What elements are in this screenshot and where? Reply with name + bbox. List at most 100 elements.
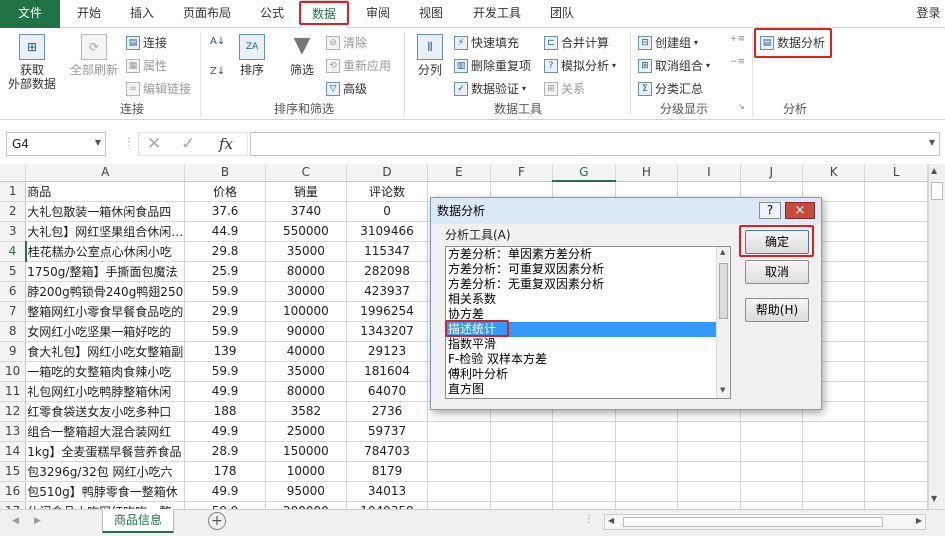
cell-product[interactable]: 桂花糕办公室点心休闲小吃 [25, 241, 186, 262]
cell-product[interactable]: 大礼包】网红坚果组合休闲… [25, 221, 186, 242]
expand-formula-icon[interactable]: ▼ [929, 138, 935, 147]
column-header[interactable]: H [615, 164, 679, 182]
formula-input[interactable]: ▼ [250, 132, 940, 156]
list-item[interactable]: 方差分析：单因素方差分析 [446, 247, 716, 262]
cell-empty[interactable] [864, 341, 928, 362]
cell-sales[interactable]: 35000 [265, 361, 347, 382]
tab-data[interactable]: 数据 [300, 0, 348, 28]
tab-review[interactable]: 审阅 [354, 0, 402, 28]
cell-price[interactable]: 44.9 [184, 221, 266, 242]
cell-sales[interactable]: 3582 [265, 401, 347, 422]
cell-sales[interactable]: 10000 [265, 461, 347, 482]
cell-empty[interactable] [490, 501, 554, 509]
row-header[interactable]: 1 [0, 181, 27, 202]
cell-sales[interactable]: 25000 [265, 421, 347, 442]
column-header[interactable]: I [677, 164, 741, 182]
flash-fill-button[interactable]: ⚡ 快速填充 [454, 34, 519, 51]
cancel-button[interactable]: 取消 [745, 260, 809, 284]
cell-empty[interactable] [615, 461, 679, 482]
column-header[interactable]: E [427, 164, 491, 182]
tab-developer[interactable]: 开发工具 [462, 0, 532, 28]
cell-empty[interactable] [864, 421, 928, 442]
tab-view[interactable]: 视图 [408, 0, 454, 28]
cell-price[interactable]: 139 [184, 341, 266, 362]
cell-price[interactable]: 59.9 [184, 361, 266, 382]
row-header[interactable]: 14 [0, 441, 27, 462]
cell-empty[interactable] [864, 181, 928, 202]
cell-empty[interactable] [864, 441, 928, 462]
cell-reviews[interactable]: 1049359 [346, 501, 429, 509]
row-header[interactable]: 2 [0, 201, 27, 222]
scroll-up-icon[interactable]: ▲ [720, 248, 725, 256]
cell-product[interactable]: 食大礼包】网红小吃女整箱副 [25, 341, 186, 362]
list-item-selected[interactable]: 描述统计 [446, 322, 716, 337]
confirm-entry-icon[interactable]: ✓ [181, 134, 195, 154]
cell-sales[interactable]: 销量 [265, 181, 347, 202]
cell-product[interactable]: 包510g】鸭脖零食一整箱休 [25, 481, 186, 502]
cancel-entry-icon[interactable]: ✕ [147, 134, 161, 154]
cell-reviews[interactable]: 1996254 [346, 301, 429, 322]
cell-empty[interactable] [427, 501, 491, 509]
cell-empty[interactable] [864, 361, 928, 382]
cell-price[interactable]: 59.9 [184, 501, 266, 509]
cell-empty[interactable] [552, 461, 616, 482]
cell-price[interactable]: 价格 [184, 181, 266, 202]
remove-duplicates-button[interactable]: ▥ 删除重复项 [454, 57, 531, 74]
cell-empty[interactable] [615, 441, 679, 462]
cell-product[interactable]: 女网红小吃坚果一箱好吃的 [25, 321, 186, 342]
cell-reviews[interactable]: 8179 [346, 461, 429, 482]
cell-empty[interactable] [552, 421, 616, 442]
horizontal-scrollbar[interactable]: ◀ ▶ [604, 514, 926, 530]
prev-sheet-icon[interactable]: ◀ [12, 516, 19, 526]
column-header[interactable]: F [490, 164, 554, 182]
column-header[interactable]: A [25, 164, 186, 182]
cell-reviews[interactable]: 784703 [346, 441, 429, 462]
cell-sales[interactable]: 150000 [265, 441, 347, 462]
scrollbar-thumb[interactable] [719, 263, 728, 319]
select-all-corner[interactable] [0, 164, 27, 182]
cell-empty[interactable] [490, 481, 554, 502]
cell-sales[interactable]: 40000 [265, 341, 347, 362]
connections-button[interactable]: ▤ 连接 [126, 34, 167, 51]
get-external-data-button[interactable]: ⊞ 获取 外部数据 [4, 34, 60, 91]
tab-insert[interactable]: 插入 [118, 0, 166, 28]
cell-empty[interactable] [615, 501, 679, 509]
show-detail-button[interactable]: +≡ [730, 34, 745, 44]
cell-sales[interactable]: 200000 [265, 501, 347, 509]
cell-empty[interactable] [802, 421, 866, 442]
cell-empty[interactable] [490, 421, 554, 442]
cell-reviews[interactable]: 59737 [346, 421, 429, 442]
cell-sales[interactable]: 3740 [265, 201, 347, 222]
help-icon[interactable]: ? [759, 202, 781, 219]
cell-sales[interactable]: 80000 [265, 381, 347, 402]
scroll-down-icon[interactable]: ▼ [720, 386, 725, 394]
cell-empty[interactable] [864, 501, 928, 509]
cell-empty[interactable] [864, 321, 928, 342]
cell-empty[interactable] [864, 261, 928, 282]
cell-empty[interactable] [490, 461, 554, 482]
cell-price[interactable]: 59.9 [184, 321, 266, 342]
sort-desc-button[interactable]: Z↓ [210, 66, 225, 80]
text-to-columns-button[interactable]: ⫴ 分列 [410, 34, 450, 77]
cell-sales[interactable]: 35000 [265, 241, 347, 262]
list-item[interactable]: F-检验 双样本方差 [446, 352, 716, 367]
column-header[interactable]: J [740, 164, 803, 182]
ungroup-button[interactable]: ⊞ 取消组合 ▾ [638, 57, 710, 74]
cell-reviews[interactable]: 2736 [346, 401, 429, 422]
row-header[interactable]: 6 [0, 281, 27, 302]
cell-empty[interactable] [677, 481, 741, 502]
cell-reviews[interactable]: 1343207 [346, 321, 429, 342]
cell-empty[interactable] [677, 441, 741, 462]
refresh-all-button[interactable]: ⟳ 全部刷新 [66, 34, 122, 77]
scroll-down-icon[interactable]: ▼ [931, 494, 937, 503]
cell-empty[interactable] [864, 241, 928, 262]
row-header[interactable]: 15 [0, 461, 27, 482]
tab-team[interactable]: 团队 [538, 0, 586, 28]
cell-empty[interactable] [740, 481, 803, 502]
cell-price[interactable]: 29.9 [184, 301, 266, 322]
analysis-tools-list[interactable]: 方差分析：单因素方差分析 方差分析：可重复双因素分析 方差分析：无重复双因素分析 相关… [445, 246, 731, 399]
cell-product[interactable]: 1750g/整箱】手撕面包魔法 [25, 261, 186, 282]
close-icon[interactable]: × [785, 202, 815, 219]
cell-empty[interactable] [802, 461, 866, 482]
row-header[interactable]: 7 [0, 301, 27, 322]
